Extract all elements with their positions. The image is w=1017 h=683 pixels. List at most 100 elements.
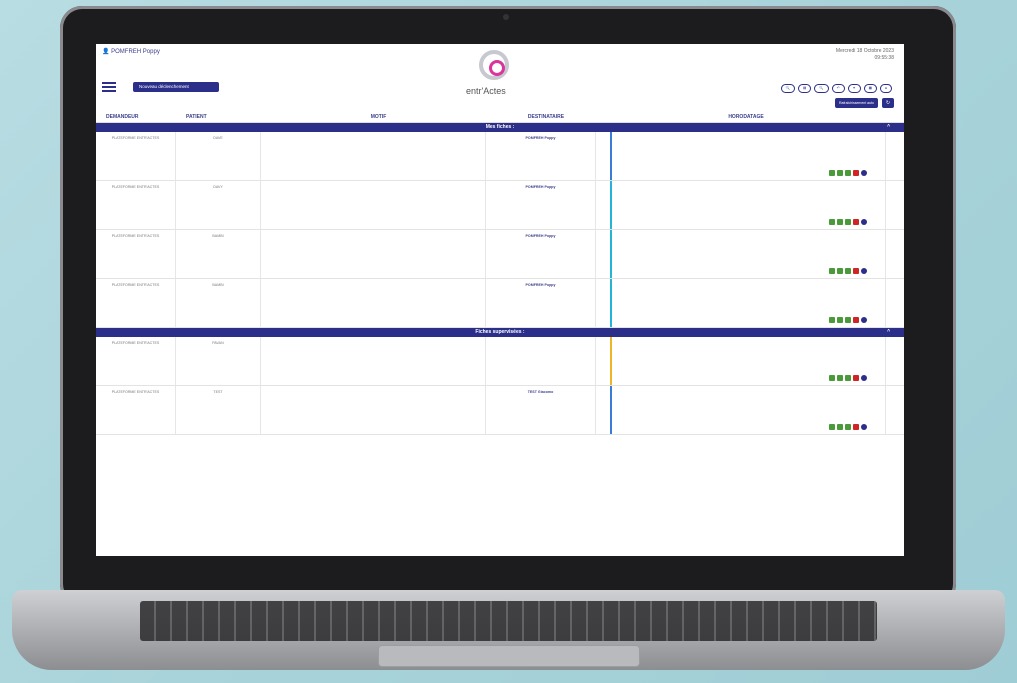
alert-icon[interactable]	[853, 375, 859, 381]
cell-destinataire: TEST Giacomo	[486, 386, 596, 434]
share-icon[interactable]	[837, 268, 843, 274]
toolbar: 🔍 ▤ 🔍 ↶ ✦ ▦ ●	[780, 84, 892, 93]
chat-icon[interactable]	[861, 424, 867, 430]
toolbar-calendar-button[interactable]: ▦	[863, 84, 877, 93]
toolbar-chat-button[interactable]: ●	[879, 84, 892, 93]
col-destinataire[interactable]: DESTINATAIRE	[486, 114, 596, 122]
cell-patient: BAMBI	[176, 279, 261, 327]
edit-icon[interactable]	[829, 375, 835, 381]
cell-horodatage	[596, 230, 886, 278]
cell-demandeur: PLATEFORME ENTR'ACTES	[96, 337, 176, 385]
timeline-bar	[610, 337, 612, 385]
row-actions	[829, 219, 867, 225]
col-motif[interactable]: MOTIF	[261, 114, 486, 122]
toolbar-list-button[interactable]: ▤	[798, 84, 812, 93]
chevron-up-icon[interactable]: ^	[887, 328, 890, 337]
edit-icon[interactable]	[829, 268, 835, 274]
cell-patient: PAVAN	[176, 337, 261, 385]
chat-icon[interactable]	[861, 375, 867, 381]
edit-icon[interactable]	[829, 424, 835, 430]
calendar-icon[interactable]	[845, 317, 851, 323]
cell-motif	[261, 337, 486, 385]
chat-icon[interactable]	[861, 317, 867, 323]
refresh-icon[interactable]: ↻	[882, 98, 894, 108]
toolbar-search2-button[interactable]: 🔍	[814, 84, 829, 93]
calendar-icon[interactable]	[845, 375, 851, 381]
cell-patient: DAVY	[176, 181, 261, 229]
brand-logo	[479, 50, 509, 80]
share-icon[interactable]	[837, 317, 843, 323]
cell-motif	[261, 230, 486, 278]
toolbar-undo-button[interactable]: ↶	[831, 84, 845, 93]
chat-icon[interactable]	[861, 219, 867, 225]
cell-horodatage	[596, 337, 886, 385]
new-trigger-button[interactable]: Nouveau déclenchement	[133, 82, 219, 92]
row-actions	[829, 317, 867, 323]
timeline-bar	[610, 181, 612, 229]
alert-icon[interactable]	[853, 170, 859, 176]
share-icon[interactable]	[837, 219, 843, 225]
share-icon[interactable]	[837, 375, 843, 381]
top-bar: 👤 POMFREH Poppy Mercredi 18 Octobre 2023…	[96, 44, 904, 112]
cell-horodatage	[596, 386, 886, 434]
cell-destinataire: POMFREH Poppy	[486, 132, 596, 180]
col-patient[interactable]: PATIENT	[176, 114, 261, 122]
app-screen: 👤 POMFREH Poppy Mercredi 18 Octobre 2023…	[96, 44, 904, 556]
calendar-icon[interactable]	[845, 170, 851, 176]
edit-icon[interactable]	[829, 219, 835, 225]
auto-refresh-button[interactable]: Rafraîchissement auto	[834, 98, 878, 108]
table-row[interactable]: PLATEFORME ENTR'ACTES BAMBI POMFREH Poppy	[96, 279, 904, 328]
alert-icon[interactable]	[853, 268, 859, 274]
cell-motif	[261, 386, 486, 434]
alert-icon[interactable]	[853, 424, 859, 430]
cell-patient: DAVE	[176, 132, 261, 180]
alert-icon[interactable]	[853, 219, 859, 225]
cell-destinataire: POMFREH Poppy	[486, 181, 596, 229]
row-actions	[829, 424, 867, 430]
cell-patient: BAMBI	[176, 230, 261, 278]
cell-destinataire: POMFREH Poppy	[486, 230, 596, 278]
cell-motif	[261, 181, 486, 229]
cell-horodatage	[596, 279, 886, 327]
menu-icon[interactable]	[102, 82, 116, 92]
timeline-bar	[610, 132, 612, 180]
edit-icon[interactable]	[829, 317, 835, 323]
col-demandeur[interactable]: DEMANDEUR	[96, 114, 176, 122]
table-row[interactable]: PLATEFORME ENTR'ACTES TEST TEST Giacomo	[96, 386, 904, 435]
calendar-icon[interactable]	[845, 268, 851, 274]
toolbar-pin-button[interactable]: ✦	[847, 84, 861, 93]
date-display: Mercredi 18 Octobre 2023 09:55:38	[835, 48, 894, 61]
cell-horodatage	[596, 132, 886, 180]
table-row[interactable]: PLATEFORME ENTR'ACTES DAVY POMFREH Poppy	[96, 181, 904, 230]
share-icon[interactable]	[837, 170, 843, 176]
column-headers: DEMANDEUR PATIENT MOTIF DESTINATAIRE HOR…	[96, 114, 904, 123]
table-row[interactable]: PLATEFORME ENTR'ACTES PAVAN	[96, 337, 904, 386]
calendar-icon[interactable]	[845, 424, 851, 430]
section-mine[interactable]: Mes fiches : ^	[96, 123, 904, 132]
row-actions	[829, 170, 867, 176]
cell-destinataire	[486, 337, 596, 385]
alert-icon[interactable]	[853, 317, 859, 323]
cell-horodatage	[596, 181, 886, 229]
chat-icon[interactable]	[861, 268, 867, 274]
table-row[interactable]: PLATEFORME ENTR'ACTES BAMBI POMFREH Poppy	[96, 230, 904, 279]
section-supervised[interactable]: Fiches supervisées : ^	[96, 328, 904, 337]
chat-icon[interactable]	[861, 170, 867, 176]
calendar-icon[interactable]	[845, 219, 851, 225]
brand-name: entr'Actes	[466, 86, 506, 96]
keyboard	[140, 601, 877, 641]
current-user[interactable]: 👤 POMFREH Poppy	[102, 48, 160, 55]
cell-motif	[261, 279, 486, 327]
share-icon[interactable]	[837, 424, 843, 430]
cell-motif	[261, 132, 486, 180]
col-horodatage[interactable]: HORODATAGE	[596, 114, 886, 122]
toolbar-search-button[interactable]: 🔍	[780, 84, 796, 93]
table-row[interactable]: PLATEFORME ENTR'ACTES DAVE POMFREH Poppy	[96, 132, 904, 181]
timeline-bar	[610, 386, 612, 434]
edit-icon[interactable]	[829, 170, 835, 176]
chevron-up-icon[interactable]: ^	[887, 123, 890, 132]
row-actions	[829, 268, 867, 274]
cell-demandeur: PLATEFORME ENTR'ACTES	[96, 386, 176, 434]
trackpad	[378, 645, 640, 667]
timeline-bar	[610, 230, 612, 278]
